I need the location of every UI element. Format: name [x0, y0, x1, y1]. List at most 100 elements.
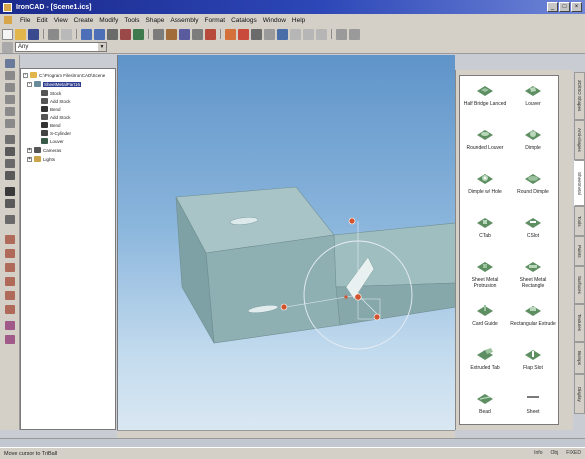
- tab-sheetmetal[interactable]: Sheetmetal: [574, 160, 585, 206]
- view-side-icon[interactable]: [179, 28, 190, 40]
- chevron-down-icon[interactable]: ▼: [98, 43, 106, 51]
- catalog-item[interactable]: Rounded Louver: [462, 122, 508, 168]
- blend-icon[interactable]: [5, 215, 15, 224]
- viewport-horizontal-scrollbar[interactable]: [117, 430, 455, 438]
- tab-display[interactable]: Display: [574, 374, 585, 414]
- menu-file[interactable]: File: [20, 17, 30, 24]
- view-top-icon[interactable]: [166, 28, 177, 40]
- open-folder-icon[interactable]: [15, 28, 26, 40]
- triball-handle-top[interactable]: [348, 217, 356, 225]
- catalog-item[interactable]: Sheet: [510, 386, 556, 424]
- section-icon[interactable]: [264, 28, 275, 40]
- tab-tools[interactable]: Tools: [574, 206, 585, 236]
- view-front-icon[interactable]: [153, 28, 164, 40]
- tree-item-louver[interactable]: Louver: [41, 137, 64, 145]
- catalog-item[interactable]: Half Bridge Lanced: [462, 78, 508, 124]
- cut-icon[interactable]: [61, 28, 72, 40]
- triball-handle-small[interactable]: [344, 295, 348, 299]
- sheet-tool-2-icon[interactable]: [5, 249, 15, 258]
- menu-format[interactable]: Format: [205, 17, 226, 24]
- triball-handle-front[interactable]: [373, 313, 381, 321]
- select-filter-icon[interactable]: [2, 41, 13, 53]
- maximize-button[interactable]: □: [559, 2, 570, 12]
- bend-icon[interactable]: [5, 187, 15, 196]
- tab-surfaces[interactable]: Surfaces: [574, 266, 585, 304]
- collapse-icon[interactable]: -: [23, 72, 28, 78]
- menu-tools[interactable]: Tools: [124, 17, 139, 24]
- catalog-item[interactable]: Card Guide: [462, 298, 508, 344]
- camera-icon[interactable]: [316, 28, 327, 40]
- tab-bumps[interactable]: Bumps: [574, 342, 585, 374]
- menu-modify[interactable]: Modify: [99, 17, 118, 24]
- menu-create[interactable]: Create: [74, 17, 94, 24]
- save-icon[interactable]: [28, 28, 39, 40]
- catalog-item[interactable]: CTab: [462, 210, 508, 256]
- tree-item-root[interactable]: - C:\Program Files\IronCAD\Scene: [23, 71, 105, 79]
- close-button[interactable]: ×: [571, 2, 582, 12]
- scene-browser-tree[interactable]: - C:\Program Files\IronCAD\Scene - Sheet…: [20, 68, 116, 430]
- catalog-item[interactable]: Round Dimple: [510, 166, 556, 212]
- sheet-tool-1-icon[interactable]: [5, 235, 15, 244]
- menu-catalogs[interactable]: Catalogs: [231, 17, 257, 24]
- menu-assembly[interactable]: Assembly: [170, 17, 198, 24]
- tab-textures[interactable]: Textures: [574, 304, 585, 342]
- arc-icon[interactable]: [5, 95, 15, 104]
- undo-icon[interactable]: [81, 28, 92, 40]
- triball-icon[interactable]: [225, 28, 236, 40]
- spin-icon[interactable]: [5, 147, 15, 156]
- new-file-icon[interactable]: [2, 28, 13, 40]
- menu-edit[interactable]: Edit: [36, 17, 47, 24]
- sheet-tool-8-icon[interactable]: [5, 335, 15, 344]
- tree-item-bend-2[interactable]: Bend: [41, 121, 61, 129]
- catalog-item[interactable]: Dimple w/ Hole: [462, 166, 508, 212]
- catalog-item[interactable]: Extruded Tab: [462, 342, 508, 388]
- select-arrow-icon[interactable]: [336, 28, 347, 40]
- help-icon[interactable]: [349, 28, 360, 40]
- wireframe-icon[interactable]: [277, 28, 288, 40]
- triball-center-handle[interactable]: [354, 293, 362, 301]
- sweep-icon[interactable]: [5, 159, 15, 168]
- tree-item-cylinder[interactable]: S-Cylinder: [41, 129, 71, 137]
- expand-icon[interactable]: +: [27, 147, 32, 153]
- menu-shape[interactable]: Shape: [146, 17, 165, 24]
- sheet-tool-4-icon[interactable]: [5, 277, 15, 286]
- sheet-tool-3-icon[interactable]: [5, 263, 15, 272]
- extrude-icon[interactable]: [5, 135, 15, 144]
- shaded-icon[interactable]: [290, 28, 301, 40]
- tree-item-cameras[interactable]: + Cameras: [27, 146, 61, 154]
- tree-item-add-stock-2[interactable]: Add Stock: [41, 113, 71, 121]
- lights-icon[interactable]: [303, 28, 314, 40]
- sheet-tool-6-icon[interactable]: [5, 305, 15, 314]
- tree-item-add-stock[interactable]: Add Stock: [41, 97, 71, 105]
- menu-view[interactable]: View: [54, 17, 68, 24]
- rotate-icon[interactable]: [5, 71, 15, 80]
- tree-item-sheetmetal-part[interactable]: - SheetMetalPart16: [27, 80, 82, 88]
- catalog-item[interactable]: Flap Slot: [510, 342, 556, 388]
- scene-canvas[interactable]: [118, 55, 455, 430]
- expand-icon[interactable]: +: [27, 156, 32, 162]
- tree-item-stock[interactable]: Stock: [41, 89, 61, 97]
- redo-icon[interactable]: [94, 28, 105, 40]
- zoom-icon[interactable]: [133, 28, 144, 40]
- sheet-tool-7-icon[interactable]: [5, 321, 15, 330]
- catalog-item[interactable]: Bead: [462, 386, 508, 424]
- 3d-viewport[interactable]: [117, 55, 455, 430]
- move-icon[interactable]: [5, 59, 15, 68]
- tab-anti-shapes[interactable]: Anti-shapes: [574, 120, 585, 160]
- sheet-tool-5-icon[interactable]: [5, 291, 15, 300]
- catalog-item[interactable]: Dimple: [510, 122, 556, 168]
- collapse-icon[interactable]: -: [27, 81, 32, 87]
- tab-paints[interactable]: Paints: [574, 236, 585, 266]
- measure-icon[interactable]: [251, 28, 262, 40]
- catalog-item[interactable]: CSlot: [510, 210, 556, 256]
- sheetmetal-catalog[interactable]: Half Bridge Lanced Louver Rounded Louver…: [459, 75, 559, 425]
- smart-dimension-icon[interactable]: [238, 28, 249, 40]
- tab-3d-shapes[interactable]: 3D/ISO Shapes: [574, 72, 585, 120]
- catalog-item[interactable]: Sheet Metal Rectangle: [510, 254, 556, 300]
- view-iso-icon[interactable]: [192, 28, 203, 40]
- tree-item-bend[interactable]: Bend: [41, 105, 61, 113]
- rectangle-icon[interactable]: [5, 119, 15, 128]
- line-icon[interactable]: [5, 83, 15, 92]
- render-icon[interactable]: [205, 28, 216, 40]
- catalog-item[interactable]: Louver: [510, 78, 556, 124]
